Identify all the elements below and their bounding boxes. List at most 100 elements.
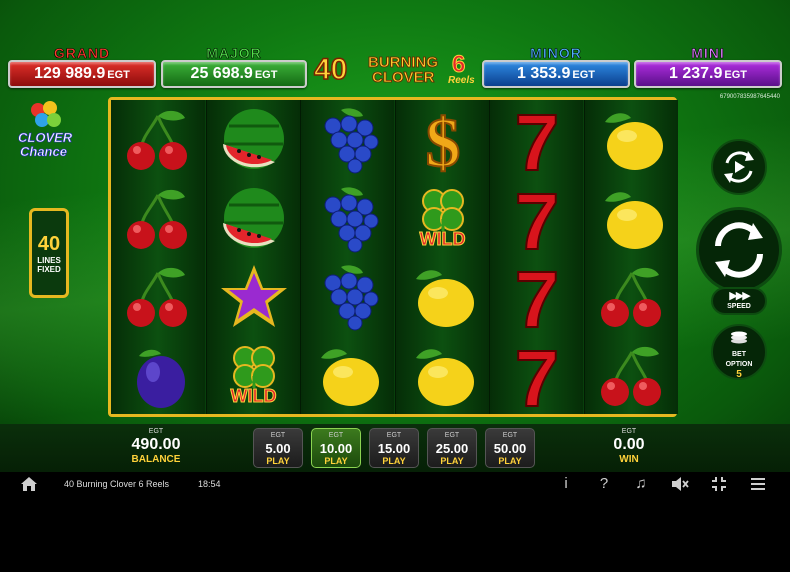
info-icon[interactable]: i <box>556 474 576 494</box>
jackpot-mini-unit: EGT <box>724 69 747 81</box>
bet-button[interactable]: EGT 5.00 PLAY <box>253 428 303 468</box>
symbol-lemon <box>396 257 490 335</box>
spin-button[interactable] <box>696 207 782 293</box>
symbol-cherry <box>111 257 205 335</box>
bet-option-label-2: OPTION <box>725 361 753 368</box>
jackpot-major-value: 25 698.9 <box>190 65 253 82</box>
fullscreen-icon[interactable] <box>709 474 729 494</box>
win-label: WIN <box>619 454 639 465</box>
autoplay-icon <box>724 151 754 183</box>
dollar-icon: $ <box>424 104 461 174</box>
symbol-lemon <box>301 336 395 414</box>
svg-text:7: 7 <box>515 340 560 410</box>
symbol-seven: 7 <box>490 100 584 178</box>
wild-label: WILD <box>230 385 277 406</box>
reel-grid: WILD $ WILD 7 7 7 7 <box>108 97 679 417</box>
lemon-icon <box>321 348 379 406</box>
autoplay-button[interactable] <box>711 139 767 195</box>
seven-icon: 7 <box>514 261 561 331</box>
jackpot-mini: MINI 1 237.9 EGT <box>634 46 782 88</box>
clover-chance-line1: CLOVER <box>18 130 73 146</box>
bet-button[interactable]: EGT 50.00 PLAY <box>485 428 535 468</box>
menu-icon[interactable] <box>748 474 768 494</box>
bet-value: 15.00 <box>377 441 411 456</box>
speed-label: SPEED <box>727 303 751 310</box>
reel-1 <box>111 100 205 414</box>
symbol-grapes <box>301 257 395 335</box>
bet-button[interactable]: EGT 25.00 PLAY <box>427 428 477 468</box>
symbol-star <box>207 257 301 335</box>
lemon-icon <box>604 191 663 249</box>
logo-line2: CLOVER <box>372 69 435 86</box>
symbol-cherry <box>111 100 205 178</box>
cherry-icon <box>600 346 661 406</box>
lemon-icon <box>415 270 474 327</box>
game-stage: GRAND 129 989.9 EGT MAJOR 25 698.9 EGT MIN… <box>0 0 790 470</box>
bet-currency: EGT <box>444 432 460 439</box>
symbol-lemon <box>585 179 679 257</box>
bet-currency: EGT <box>270 432 286 439</box>
symbol-seven: 7 <box>490 179 584 257</box>
sound-off-icon[interactable] <box>670 474 690 494</box>
clover-chance-logo[interactable]: CLOVER Chance <box>14 100 86 162</box>
bet-button[interactable]: EGT 10.00 PLAY <box>311 428 361 468</box>
bet-option-label-1: BET <box>732 351 746 358</box>
symbol-grapes <box>301 100 395 178</box>
fast-forward-icon: ▶▶▶ <box>729 290 750 302</box>
coins-icon <box>731 331 747 344</box>
cherry-icon <box>127 189 187 249</box>
speed-button[interactable]: ▶▶▶ SPEED <box>711 287 767 315</box>
grapes-icon <box>324 265 379 331</box>
reel-5: 7 7 7 7 <box>489 100 583 414</box>
logo-badge-sub: Reels <box>448 75 475 86</box>
lines-label-1: LINES <box>37 256 61 265</box>
grapes-icon <box>324 186 379 252</box>
bet-option-button[interactable]: BET OPTION 5 <box>711 324 767 380</box>
symbol-clover-wild: WILD <box>396 179 490 257</box>
clover-logo-icon <box>31 101 61 127</box>
balance-currency: EGT <box>148 428 164 435</box>
jackpot-mini-name: MINI <box>691 45 725 61</box>
serial-number: 679007835987645440 <box>719 94 780 100</box>
reel-2: WILD <box>205 100 301 414</box>
bet-value: 5.00 <box>265 441 291 456</box>
bet-value: 10.00 <box>319 441 353 456</box>
reel-3 <box>300 100 394 414</box>
watermelon-icon <box>222 109 284 169</box>
jackpot-mini-value: 1 237.9 <box>668 65 723 82</box>
bet-currency: EGT <box>328 432 344 439</box>
symbol-watermelon <box>207 179 301 257</box>
clover-chance-line2: Chance <box>20 144 68 160</box>
symbol-cherry <box>585 257 679 335</box>
bet-play-label: PLAY <box>382 456 406 466</box>
plum-icon <box>137 349 185 408</box>
bet-play-label: PLAY <box>324 456 348 466</box>
bet-currency: EGT <box>386 432 402 439</box>
balance-value: 490.00 <box>131 436 181 453</box>
bet-currency: EGT <box>502 432 518 439</box>
game-logo: 40 BURNING CLOVER 6 Reels <box>313 51 478 87</box>
seven-icon: 7 <box>514 340 561 410</box>
logo-badge: 6 <box>451 51 466 78</box>
jackpot-minor: MINOR 1 353.9 EGT <box>482 46 630 88</box>
lemon-icon <box>604 113 663 170</box>
watermelon-icon <box>222 187 284 248</box>
lemon-icon <box>415 348 474 406</box>
symbol-grapes <box>301 179 395 257</box>
jackpot-major-unit: EGT <box>254 69 278 81</box>
music-off-icon[interactable]: ♫ <box>631 474 651 494</box>
bet-play-label: PLAY <box>266 456 290 466</box>
balance-label: BALANCE <box>131 454 181 465</box>
jackpot-minor-value: 1 353.9 <box>516 65 571 82</box>
bet-value: 50.00 <box>493 441 527 456</box>
lines-indicator: 40 LINES FIXED <box>29 208 69 298</box>
jackpot-major: MAJOR 25 698.9 EGT <box>161 46 307 88</box>
help-icon[interactable]: ? <box>594 474 614 494</box>
balance-display: EGT 490.00 BALANCE <box>116 428 196 465</box>
spin-icon <box>715 222 763 278</box>
bet-button[interactable]: EGT 15.00 PLAY <box>369 428 419 468</box>
home-icon[interactable] <box>20 476 38 492</box>
seven-icon: 7 <box>514 104 561 174</box>
footer-row: 40 Burning Clover 6 Reels 18:54 i ? ♫ <box>0 472 790 496</box>
bet-value: 25.00 <box>435 441 469 456</box>
